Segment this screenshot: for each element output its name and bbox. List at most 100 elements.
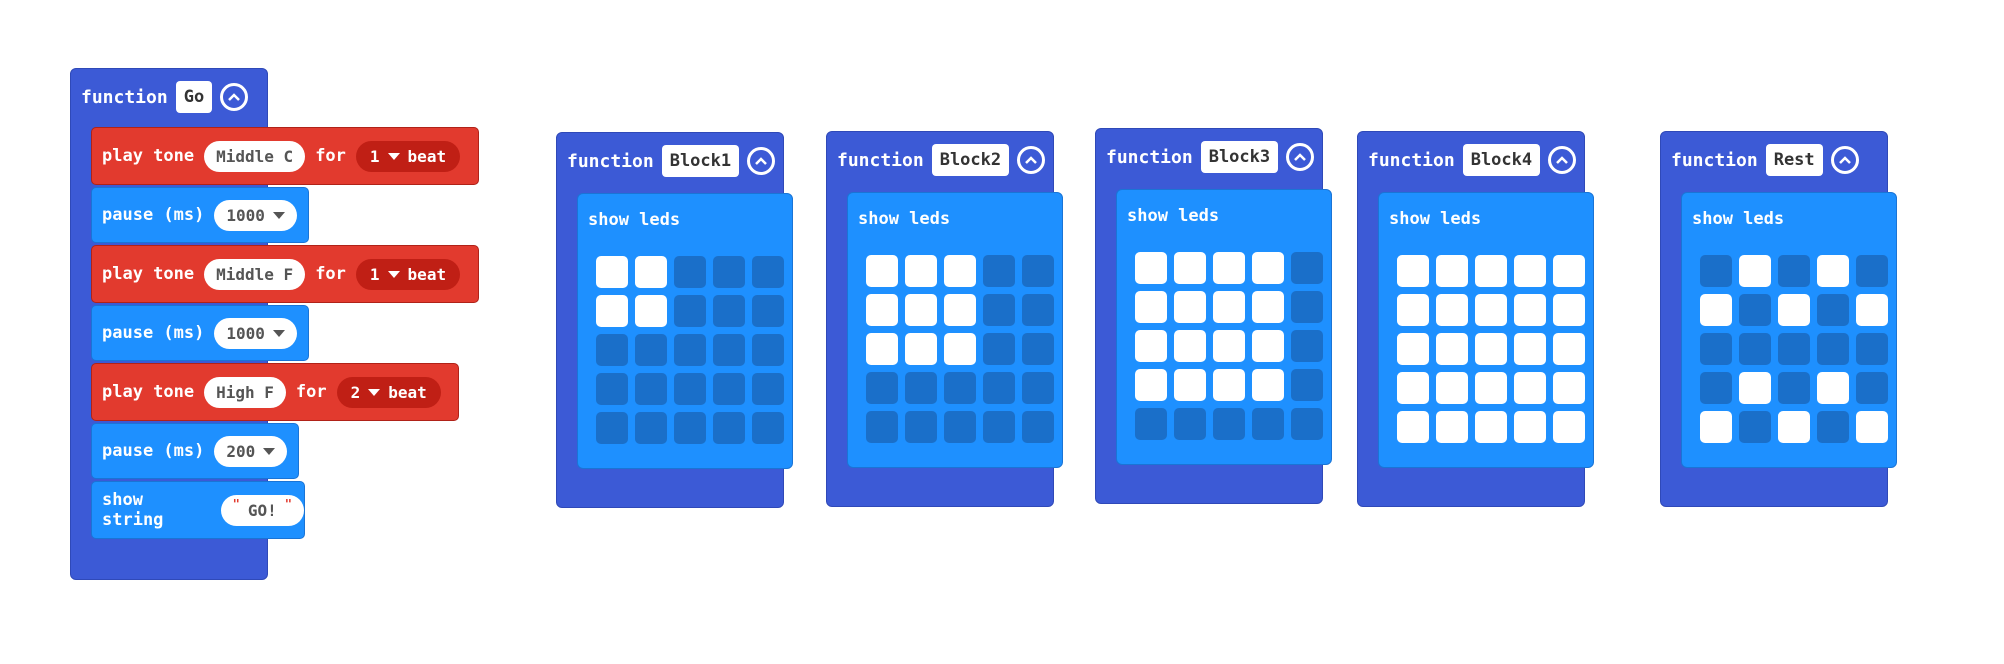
led-cell[interactable] bbox=[983, 294, 1015, 326]
led-cell[interactable] bbox=[1291, 330, 1323, 362]
led-cell[interactable] bbox=[1174, 330, 1206, 362]
led-cell[interactable] bbox=[1475, 372, 1507, 404]
pause-value-dropdown[interactable]: 1000 bbox=[214, 317, 297, 349]
led-cell[interactable] bbox=[905, 333, 937, 365]
led-cell[interactable] bbox=[1135, 330, 1167, 362]
led-cell[interactable] bbox=[1252, 369, 1284, 401]
show-string-block[interactable]: show string " GO! " bbox=[91, 481, 305, 539]
led-cell[interactable] bbox=[1817, 333, 1849, 365]
led-cell[interactable] bbox=[1436, 333, 1468, 365]
note-dropdown[interactable]: Middle F bbox=[204, 258, 306, 290]
pause-block[interactable]: pause (ms) 1000 bbox=[91, 187, 309, 243]
led-cell[interactable] bbox=[1475, 333, 1507, 365]
string-value-field[interactable]: " GO! " bbox=[220, 494, 304, 526]
led-cell[interactable] bbox=[1856, 411, 1888, 443]
led-cell[interactable] bbox=[1817, 411, 1849, 443]
show-leds-block[interactable]: show leds bbox=[577, 193, 793, 469]
function-block1-block[interactable]: function Block1 show leds bbox=[556, 132, 793, 508]
led-cell[interactable] bbox=[1553, 372, 1585, 404]
show-leds-block[interactable]: show leds bbox=[1378, 192, 1594, 468]
led-cell[interactable] bbox=[1739, 255, 1771, 287]
show-leds-block[interactable]: show leds bbox=[1681, 192, 1897, 468]
led-cell[interactable] bbox=[983, 411, 1015, 443]
led-cell[interactable] bbox=[1397, 333, 1429, 365]
led-cell[interactable] bbox=[674, 412, 706, 444]
led-cell[interactable] bbox=[905, 294, 937, 326]
led-cell[interactable] bbox=[1553, 255, 1585, 287]
led-cell[interactable] bbox=[1475, 255, 1507, 287]
led-cell[interactable] bbox=[674, 373, 706, 405]
led-cell[interactable] bbox=[1739, 294, 1771, 326]
led-cell[interactable] bbox=[1739, 411, 1771, 443]
led-cell[interactable] bbox=[1436, 294, 1468, 326]
led-cell[interactable] bbox=[1135, 369, 1167, 401]
pause-block[interactable]: pause (ms) 200 bbox=[91, 423, 299, 479]
led-cell[interactable] bbox=[1553, 411, 1585, 443]
led-cell[interactable] bbox=[1174, 291, 1206, 323]
led-cell[interactable] bbox=[596, 295, 628, 327]
led-cell[interactable] bbox=[983, 255, 1015, 287]
led-cell[interactable] bbox=[1700, 294, 1732, 326]
led-cell[interactable] bbox=[1778, 411, 1810, 443]
led-cell[interactable] bbox=[944, 294, 976, 326]
pause-block[interactable]: pause (ms) 1000 bbox=[91, 305, 309, 361]
led-cell[interactable] bbox=[944, 333, 976, 365]
beat-dropdown[interactable]: 1 beat bbox=[355, 258, 461, 290]
play-tone-block[interactable]: play tone Middle C for 1 beat bbox=[91, 127, 479, 185]
led-cell[interactable] bbox=[713, 295, 745, 327]
led-cell[interactable] bbox=[1397, 294, 1429, 326]
led-cell[interactable] bbox=[1252, 291, 1284, 323]
led-cell[interactable] bbox=[1817, 294, 1849, 326]
led-cell[interactable] bbox=[1553, 294, 1585, 326]
led-cell[interactable] bbox=[752, 334, 784, 366]
show-leds-block[interactable]: show leds bbox=[847, 192, 1063, 468]
led-cell[interactable] bbox=[596, 256, 628, 288]
function-name-field[interactable]: Block1 bbox=[661, 145, 740, 177]
led-cell[interactable] bbox=[596, 334, 628, 366]
led-cell[interactable] bbox=[1135, 252, 1167, 284]
led-cell[interactable] bbox=[1436, 255, 1468, 287]
function-name-field[interactable]: Block2 bbox=[931, 144, 1010, 176]
led-cell[interactable] bbox=[1291, 408, 1323, 440]
led-cell[interactable] bbox=[1778, 372, 1810, 404]
led-cell[interactable] bbox=[1739, 372, 1771, 404]
led-cell[interactable] bbox=[1397, 411, 1429, 443]
led-cell[interactable] bbox=[1817, 372, 1849, 404]
led-cell[interactable] bbox=[1397, 255, 1429, 287]
led-cell[interactable] bbox=[1174, 369, 1206, 401]
led-cell[interactable] bbox=[1436, 372, 1468, 404]
led-cell[interactable] bbox=[635, 373, 667, 405]
function-rest-block[interactable]: function Rest show leds bbox=[1660, 131, 1897, 507]
led-cell[interactable] bbox=[866, 333, 898, 365]
led-cell[interactable] bbox=[752, 412, 784, 444]
led-cell[interactable] bbox=[1475, 294, 1507, 326]
led-cell[interactable] bbox=[1291, 252, 1323, 284]
beat-dropdown[interactable]: 1 beat bbox=[355, 140, 461, 172]
play-tone-block[interactable]: play tone Middle F for 1 beat bbox=[91, 245, 479, 303]
led-cell[interactable] bbox=[1213, 252, 1245, 284]
led-cell[interactable] bbox=[1856, 294, 1888, 326]
led-cell[interactable] bbox=[905, 372, 937, 404]
led-cell[interactable] bbox=[1252, 330, 1284, 362]
led-cell[interactable] bbox=[866, 372, 898, 404]
function-go-block[interactable]: function Go play tone Middle C for 1 bea… bbox=[70, 68, 479, 580]
play-tone-block[interactable]: play tone High F for 2 beat bbox=[91, 363, 459, 421]
pause-value-dropdown[interactable]: 1000 bbox=[214, 199, 297, 231]
led-cell[interactable] bbox=[1514, 372, 1546, 404]
led-cell[interactable] bbox=[1475, 411, 1507, 443]
led-cell[interactable] bbox=[983, 333, 1015, 365]
led-cell[interactable] bbox=[1856, 255, 1888, 287]
note-dropdown[interactable]: Middle C bbox=[204, 140, 306, 172]
led-cell[interactable] bbox=[1778, 333, 1810, 365]
led-cell[interactable] bbox=[596, 373, 628, 405]
led-cell[interactable] bbox=[1022, 333, 1054, 365]
led-cell[interactable] bbox=[1135, 408, 1167, 440]
led-cell[interactable] bbox=[635, 412, 667, 444]
collapse-icon[interactable] bbox=[1830, 146, 1859, 174]
led-cell[interactable] bbox=[905, 411, 937, 443]
led-cell[interactable] bbox=[1252, 408, 1284, 440]
led-cell[interactable] bbox=[944, 411, 976, 443]
led-cell[interactable] bbox=[635, 295, 667, 327]
led-cell[interactable] bbox=[635, 256, 667, 288]
led-cell[interactable] bbox=[1022, 411, 1054, 443]
